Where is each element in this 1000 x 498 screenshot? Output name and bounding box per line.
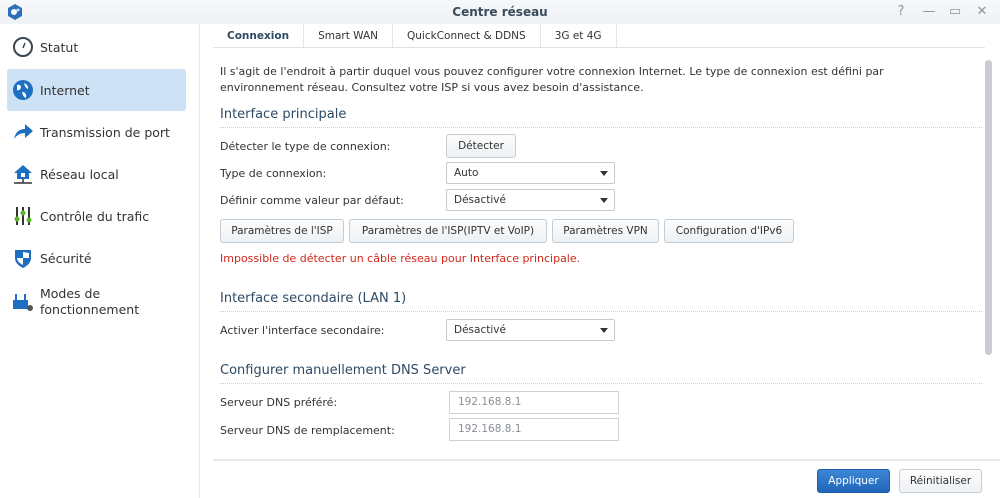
error-message: Impossible de détecter un câble réseau p… xyxy=(220,252,581,265)
sidebar-item-port-forwarding[interactable]: Transmission de port xyxy=(7,111,186,153)
sidebar-item-label: Modes de fonctionnement xyxy=(40,286,140,317)
close-icon[interactable]: ✕ xyxy=(974,4,990,19)
section-heading-dns: Configurer manuellement DNS Server xyxy=(220,363,466,378)
sidebar-item-traffic-control[interactable]: Contrôle du trafic xyxy=(7,195,186,237)
sidebar: Statut Internet Transmission de port Rés… xyxy=(0,24,200,498)
router-gear-icon xyxy=(13,294,33,311)
sidebar-item-label: Internet xyxy=(40,82,90,98)
home-network-icon xyxy=(14,165,32,184)
maximize-icon[interactable]: ▭ xyxy=(947,4,963,19)
help-icon[interactable]: ? xyxy=(893,4,909,19)
scrollbar[interactable] xyxy=(985,60,992,355)
sidebar-item-security[interactable]: Sécurité xyxy=(7,237,186,279)
secondary-enable-select[interactable]: Désactivé xyxy=(446,319,615,341)
sidebar-item-label: Sécurité xyxy=(40,250,92,266)
default-select[interactable]: Désactivé xyxy=(446,189,615,211)
selected-value: Désactivé xyxy=(454,194,506,206)
chevron-down-icon xyxy=(600,328,608,333)
ipv6-config-button[interactable]: Configuration d'IPv6 xyxy=(664,219,794,243)
selected-value: Désactivé xyxy=(454,324,506,336)
connection-type-select[interactable]: Auto xyxy=(446,162,615,184)
divider xyxy=(220,127,982,128)
divider xyxy=(220,311,982,312)
sidebar-item-local-network[interactable]: Réseau local xyxy=(7,153,186,195)
alternate-dns-label: Serveur DNS de remplacement: xyxy=(220,424,395,437)
section-heading-primary: Interface principale xyxy=(220,107,347,122)
isp-iptv-voip-button[interactable]: Paramètres de l'ISP(IPTV et VoIP) xyxy=(349,219,547,243)
tab-bar: Connexion Smart WAN QuickConnect & DDNS … xyxy=(213,24,985,48)
preferred-dns-label: Serveur DNS préféré: xyxy=(220,396,338,409)
divider xyxy=(220,383,982,384)
sidebar-item-statut[interactable]: Statut xyxy=(7,26,186,68)
sidebar-item-label: Contrôle du trafic xyxy=(40,208,150,224)
detect-button[interactable]: Détecter xyxy=(446,134,516,158)
vpn-settings-button[interactable]: Paramètres VPN xyxy=(552,219,659,243)
connection-type-label: Type de connexion: xyxy=(220,167,327,180)
minimize-icon[interactable]: — xyxy=(921,4,937,19)
section-heading-secondary: Interface secondaire (LAN 1) xyxy=(220,291,407,306)
arrow-forward-icon xyxy=(14,124,33,139)
sidebar-item-operation-modes[interactable]: Modes de fonctionnement xyxy=(7,279,186,325)
shield-icon xyxy=(15,250,31,268)
isp-settings-button[interactable]: Paramètres de l'ISP xyxy=(220,219,344,243)
chevron-down-icon xyxy=(600,171,608,176)
sidebar-item-internet[interactable]: Internet xyxy=(7,69,186,111)
sliders-icon xyxy=(14,207,32,225)
title-bar: Centre réseau ? — ▭ ✕ xyxy=(0,0,1000,24)
sidebar-item-label: Transmission de port xyxy=(40,124,170,140)
tab-connexion[interactable]: Connexion xyxy=(213,24,305,47)
footer-divider xyxy=(213,459,1000,461)
reset-button[interactable]: Réinitialiser xyxy=(899,469,982,493)
sidebar-item-label: Statut xyxy=(40,39,79,55)
secondary-enable-label: Activer l'interface secondaire: xyxy=(220,324,385,337)
tab-smart-wan[interactable]: Smart WAN xyxy=(304,24,394,47)
chevron-down-icon xyxy=(600,198,608,203)
apply-button[interactable]: Appliquer xyxy=(817,469,890,493)
sidebar-item-label: Réseau local xyxy=(40,166,119,182)
detect-label: Détecter le type de connexion: xyxy=(220,140,391,153)
intro-text: Il s'agit de l'endroit à partir duquel v… xyxy=(220,65,884,94)
preferred-dns-input[interactable]: 192.168.8.1 xyxy=(449,391,619,414)
default-label: Définir comme valeur par défaut: xyxy=(220,194,404,207)
tab-3g-4g[interactable]: 3G et 4G xyxy=(541,24,617,47)
globe-icon xyxy=(13,80,33,100)
selected-value: Auto xyxy=(454,167,479,179)
window-title: Centre réseau xyxy=(452,5,548,19)
gauge-icon xyxy=(13,37,33,57)
tab-quickconnect-ddns[interactable]: QuickConnect & DDNS xyxy=(393,24,541,47)
alternate-dns-input[interactable]: 192.168.8.1 xyxy=(449,418,619,441)
